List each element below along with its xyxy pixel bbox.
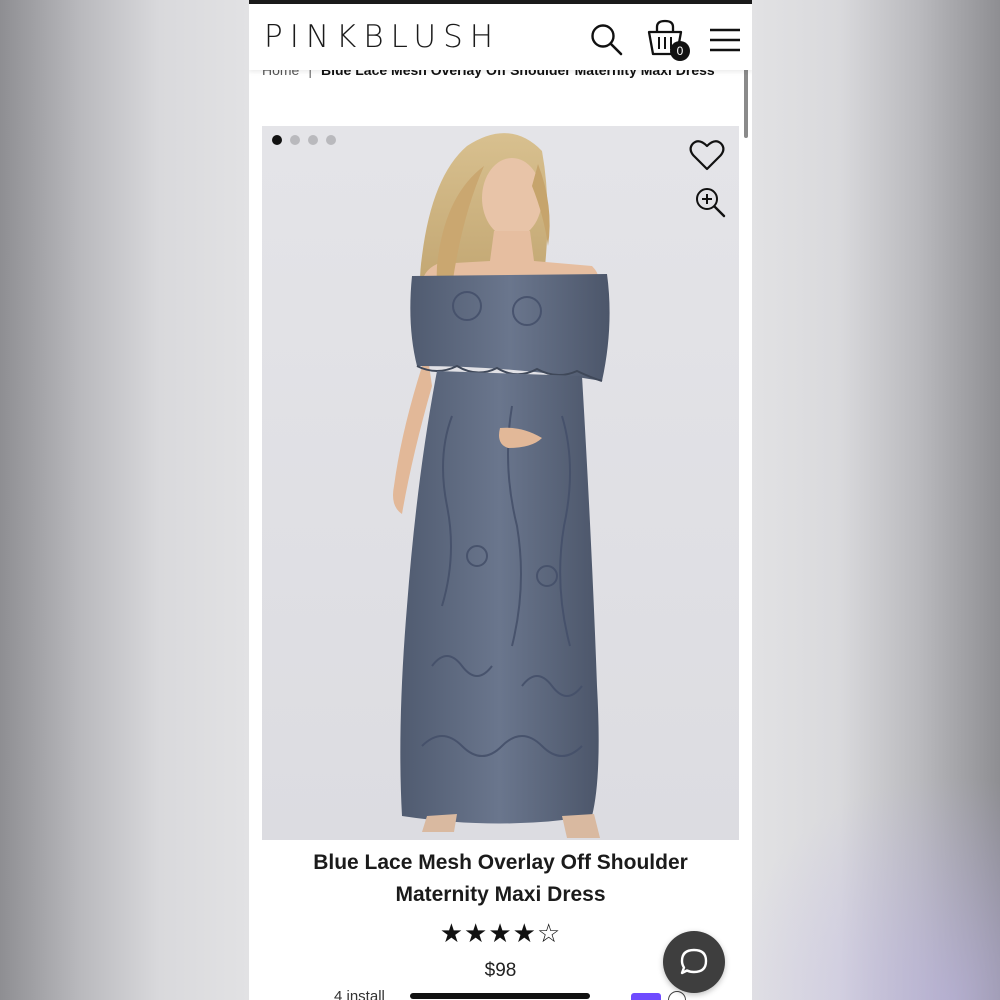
carousel-dot-active[interactable] bbox=[272, 135, 282, 145]
carousel-dots bbox=[272, 135, 336, 145]
home-indicator bbox=[410, 993, 590, 999]
zoom-in-icon[interactable] bbox=[694, 186, 726, 218]
site-header: PINKBLUSH 0 bbox=[249, 4, 752, 70]
product-image[interactable] bbox=[262, 126, 739, 840]
carousel-dot[interactable] bbox=[308, 135, 318, 145]
cart-count-badge: 0 bbox=[670, 41, 690, 61]
chat-bubble-icon bbox=[680, 948, 708, 975]
heart-icon[interactable] bbox=[689, 138, 725, 172]
chat-button[interactable] bbox=[663, 931, 725, 993]
site-logo[interactable]: PINKBLUSH bbox=[264, 19, 500, 55]
info-icon[interactable] bbox=[668, 991, 686, 1000]
product-photo-dress bbox=[393, 133, 610, 838]
search-icon[interactable] bbox=[589, 22, 625, 58]
carousel-dot[interactable] bbox=[326, 135, 336, 145]
menu-icon[interactable] bbox=[707, 22, 743, 58]
product-title: Blue Lace Mesh Overlay Off Shoulder Mate… bbox=[313, 851, 688, 906]
installment-text: 4 install bbox=[334, 988, 385, 1000]
background-tint bbox=[750, 750, 1000, 1000]
carousel-dot[interactable] bbox=[290, 135, 300, 145]
phone-screen: Home | Blue Lace Mesh Overlay Off Shoulder… bbox=[249, 0, 752, 1000]
afterpay-badge bbox=[631, 993, 661, 1000]
